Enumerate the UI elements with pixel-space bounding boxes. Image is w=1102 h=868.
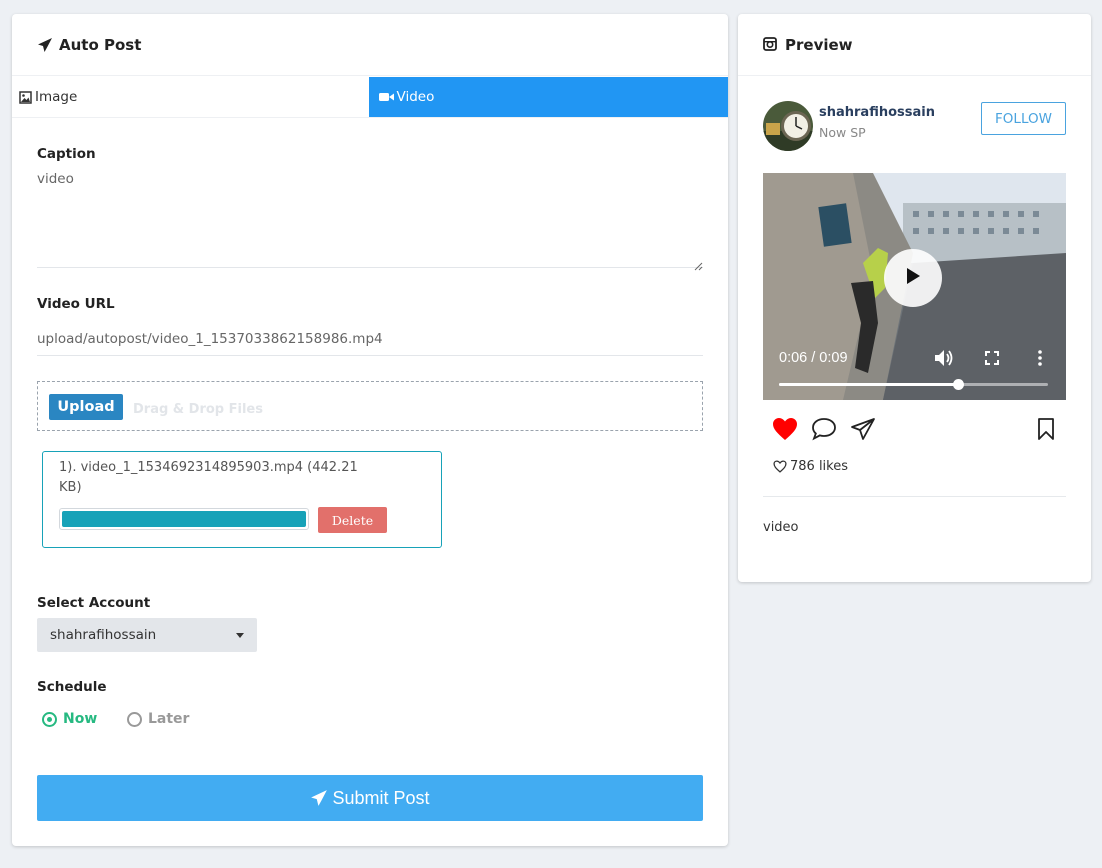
schedule-later-label: Later xyxy=(148,711,190,727)
video-url-underline xyxy=(37,355,703,356)
heart-filled-icon[interactable] xyxy=(772,417,798,441)
caret-down-icon xyxy=(236,633,244,638)
heart-outline-icon xyxy=(773,460,787,473)
upload-progress-bar xyxy=(59,508,309,530)
preview-location: Now SP xyxy=(819,125,866,140)
video-camera-icon xyxy=(378,91,394,103)
auto-post-title: Auto Post xyxy=(59,35,142,54)
radio-unchecked-icon xyxy=(127,711,142,727)
dropzone-hint: Drag & Drop Files xyxy=(133,402,263,417)
fullscreen-icon[interactable] xyxy=(985,351,999,370)
video-seek-bar[interactable] xyxy=(779,379,1048,390)
auto-post-card: Auto Post Image Video Caption video Vide… xyxy=(12,14,728,846)
video-url-label: Video URL xyxy=(37,296,115,312)
preview-header: Preview xyxy=(738,14,1091,76)
instagram-icon xyxy=(763,36,779,53)
schedule-now-label: Now xyxy=(63,711,98,727)
likes-text: 786 likes xyxy=(790,459,849,474)
play-button[interactable] xyxy=(884,249,942,307)
schedule-label: Schedule xyxy=(37,679,107,695)
video-url-field[interactable]: upload/autopost/video_1_1537033862158986… xyxy=(37,331,383,347)
preview-caption: video xyxy=(763,520,799,535)
preview-title: Preview xyxy=(785,35,853,54)
avatar[interactable] xyxy=(763,101,813,151)
paper-plane-icon xyxy=(310,789,328,807)
resize-grip-icon[interactable] xyxy=(693,258,703,271)
file-name: 1). video_1_1534692314895903.mp4 (442.21… xyxy=(59,460,358,495)
tab-video-label: Video xyxy=(396,89,435,105)
upload-progress-fill xyxy=(62,511,306,527)
image-icon xyxy=(19,90,32,104)
caption-textarea[interactable] xyxy=(37,168,703,268)
paper-plane-icon xyxy=(37,37,53,53)
uploaded-file-item: 1). video_1_1534692314895903.mp4 (442.21… xyxy=(42,451,442,548)
preview-username[interactable]: shahrafihossain xyxy=(819,105,935,120)
more-options-icon[interactable] xyxy=(1038,350,1042,371)
tab-image[interactable]: Image xyxy=(12,77,369,117)
caption-value: video xyxy=(37,171,74,187)
follow-button[interactable]: FOLLOW xyxy=(981,102,1066,135)
account-select[interactable]: shahrafihossain xyxy=(37,618,257,652)
delete-file-button[interactable]: Delete xyxy=(318,507,387,533)
likes-count: 786 likes xyxy=(773,459,848,474)
tab-video[interactable]: Video xyxy=(368,77,728,117)
schedule-now-radio[interactable]: Now xyxy=(42,711,97,727)
video-time: 0:06 / 0:09 xyxy=(779,350,848,366)
schedule-later-radio[interactable]: Later xyxy=(127,711,189,727)
select-account-label: Select Account xyxy=(37,595,151,611)
caption-label: Caption xyxy=(37,146,96,162)
submit-post-label: Submit Post xyxy=(332,787,430,808)
submit-post-button[interactable]: Submit Post xyxy=(37,775,703,821)
upload-button[interactable]: Upload xyxy=(49,394,123,420)
comment-icon[interactable] xyxy=(811,417,837,441)
preview-card: Preview shahrafihossain Now SP FOLLOW 0:… xyxy=(738,14,1091,582)
bookmark-icon[interactable] xyxy=(1036,417,1056,441)
play-icon xyxy=(905,267,921,290)
preview-divider xyxy=(763,496,1066,497)
media-type-tabs: Image Video xyxy=(12,77,728,118)
volume-icon[interactable] xyxy=(934,349,954,372)
video-seek-fill xyxy=(779,383,959,386)
auto-post-header: Auto Post xyxy=(12,14,728,76)
account-select-value: shahrafihossain xyxy=(50,627,157,643)
tab-image-label: Image xyxy=(35,89,78,105)
radio-checked-icon xyxy=(42,711,57,727)
share-icon[interactable] xyxy=(850,417,876,441)
video-player[interactable]: 0:06 / 0:09 xyxy=(763,173,1066,400)
